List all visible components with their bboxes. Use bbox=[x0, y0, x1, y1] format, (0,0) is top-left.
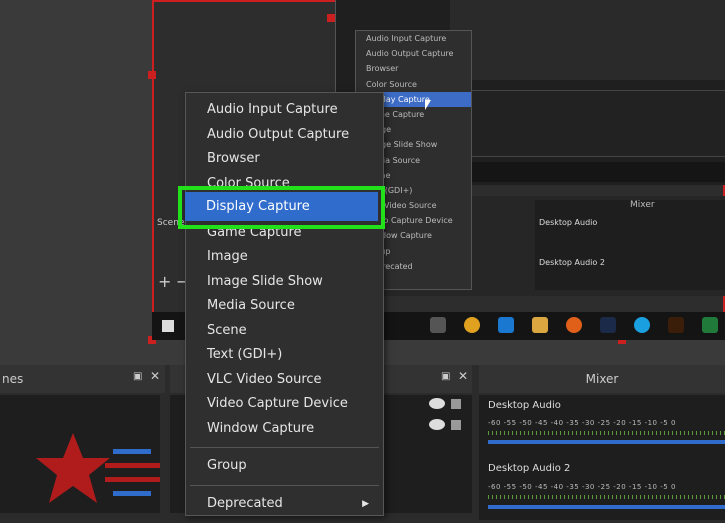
photoshop-icon bbox=[600, 317, 616, 333]
menu-item-scene[interactable]: Scene bbox=[186, 319, 383, 344]
resize-handle[interactable] bbox=[327, 14, 335, 22]
mixer-meter bbox=[488, 431, 725, 435]
menu-item-deprecated-label: Deprecated bbox=[207, 495, 283, 511]
menu-item-audio-output-capture[interactable]: Audio Output Capture bbox=[186, 123, 383, 148]
add-small-icon[interactable]: + bbox=[158, 272, 171, 291]
nested-track1: Desktop Audio bbox=[539, 218, 598, 227]
mixer-dock-title: Mixer bbox=[585, 372, 619, 386]
nested-track2: Desktop Audio 2 bbox=[539, 258, 605, 267]
menu-item-text-gdi[interactable]: Text (GDI+) bbox=[186, 343, 383, 368]
menu-item-deprecated[interactable]: Deprecated ▶ bbox=[186, 492, 383, 517]
illustrator-icon bbox=[668, 317, 684, 333]
edge-icon bbox=[498, 317, 514, 333]
close-icon[interactable]: ✕ bbox=[458, 369, 468, 383]
mixer-dock-header: Mixer bbox=[479, 365, 725, 393]
float-icon[interactable]: ▣ bbox=[133, 371, 142, 382]
mini-menu-item: Browser bbox=[366, 64, 399, 74]
highlight-box bbox=[178, 186, 385, 229]
resize-handle[interactable] bbox=[148, 71, 156, 79]
mini-menu-item: Audio Input Capture bbox=[366, 34, 447, 43]
volume-slider[interactable] bbox=[488, 440, 725, 444]
mini-menu-item: Color Source bbox=[366, 79, 417, 89]
task-view-icon bbox=[430, 317, 446, 333]
nested-mixer-dock: Desktop Audio Desktop Audio 2 bbox=[535, 200, 725, 290]
visibility-eye-icon[interactable] bbox=[429, 398, 445, 409]
menu-item-image-slide-show[interactable]: Image Slide Show bbox=[186, 270, 383, 295]
nested-mixer bbox=[470, 90, 725, 157]
menu-item-window-capture[interactable]: Window Capture bbox=[186, 417, 383, 442]
add-source-context-menu: Audio Input Capture Audio Output Capture… bbox=[185, 92, 384, 516]
menu-separator bbox=[190, 447, 379, 448]
menu-item-media-source[interactable]: Media Source bbox=[186, 294, 383, 319]
excel-icon bbox=[702, 317, 718, 333]
mixer-meter bbox=[488, 495, 725, 499]
nested-taskbar bbox=[455, 162, 725, 182]
float-icon[interactable]: ▣ bbox=[441, 371, 450, 382]
nested-capture-inner bbox=[450, 0, 725, 80]
explorer-icon bbox=[532, 317, 548, 333]
cursor-icon bbox=[425, 100, 431, 110]
mixer-panel: Desktop Audio -60 -55 -50 -45 -40 -35 -3… bbox=[479, 395, 725, 520]
scenes-dock-title: nes bbox=[2, 372, 24, 386]
menu-item-video-capture-device[interactable]: Video Capture Device bbox=[186, 392, 383, 417]
submenu-arrow-icon: ▶ bbox=[362, 498, 369, 509]
mixer-track1-label: Desktop Audio bbox=[488, 400, 561, 411]
firefox-icon bbox=[566, 317, 582, 333]
menu-item-audio-input-capture[interactable]: Audio Input Capture bbox=[186, 98, 383, 123]
star-annotation-icon bbox=[36, 433, 160, 503]
mixer-track2-label: Desktop Audio 2 bbox=[488, 463, 571, 474]
mixer-ticks: -60 -55 -50 -45 -40 -35 -30 -25 -20 -15 … bbox=[488, 419, 676, 427]
visibility-eye-icon[interactable] bbox=[429, 419, 445, 430]
mini-menu-item: Audio Output Capture bbox=[366, 49, 454, 59]
windows-start-icon bbox=[162, 320, 174, 332]
mixer-ticks: -60 -55 -50 -45 -40 -35 -30 -25 -20 -15 … bbox=[488, 483, 676, 491]
menu-item-group[interactable]: Group bbox=[186, 454, 383, 479]
menu-item-browser[interactable]: Browser bbox=[186, 147, 383, 172]
menu-separator bbox=[190, 484, 379, 486]
menu-item-vlc-video-source[interactable]: VLC Video Source bbox=[186, 368, 383, 393]
lock-icon[interactable] bbox=[451, 420, 461, 430]
lock-icon[interactable] bbox=[451, 399, 461, 409]
close-icon[interactable]: ✕ bbox=[150, 369, 160, 383]
volume-slider[interactable] bbox=[488, 505, 725, 509]
menu-item-image[interactable]: Image bbox=[186, 245, 383, 270]
chrome-icon bbox=[464, 317, 480, 333]
nested-mixer-title: Mixer bbox=[630, 200, 655, 210]
skype-icon bbox=[634, 317, 650, 333]
